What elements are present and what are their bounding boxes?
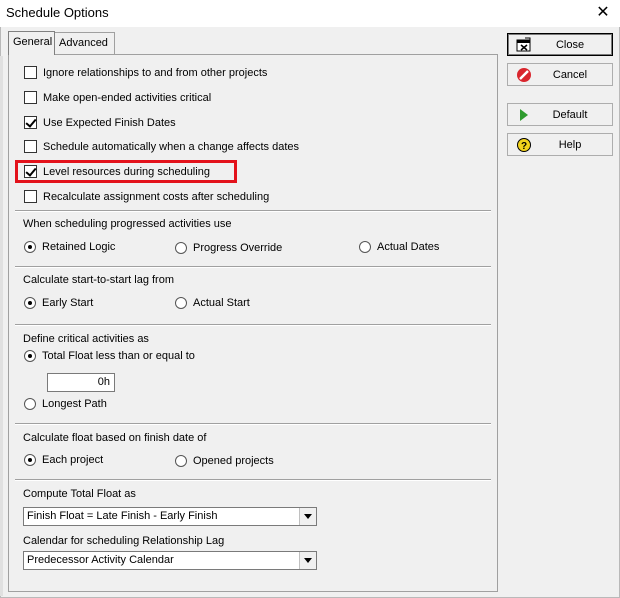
radio-actual-dates[interactable]: Actual Dates: [359, 241, 439, 253]
default-button[interactable]: Default: [507, 103, 613, 126]
checkbox-level-resources[interactable]: Level resources during scheduling: [24, 165, 210, 178]
radio-label: Actual Start: [193, 297, 250, 309]
radio-actual-start[interactable]: Actual Start: [175, 297, 250, 309]
radio-label: Actual Dates: [377, 241, 440, 253]
radio-label: Progress Override: [193, 242, 283, 254]
radio-label: Early Start: [42, 297, 94, 309]
calendar-heading: Calendar for scheduling Relationship Lag: [23, 535, 225, 547]
cancel-button-label: Cancel: [552, 68, 588, 81]
radio-button[interactable]: [359, 241, 371, 253]
lag-heading: Calculate start-to-start lag from: [23, 274, 174, 286]
radio-button[interactable]: [175, 297, 187, 309]
checkbox-recalculate-costs[interactable]: Recalculate assignment costs after sched…: [24, 190, 269, 203]
checkbox-label: Recalculate assignment costs after sched…: [43, 190, 270, 203]
float-basis-heading: Calculate float based on finish date of: [23, 432, 207, 444]
checkbox-expected-finish[interactable]: Use Expected Finish Dates: [24, 116, 176, 129]
checkbox-label: Ignore relationships to and from other p…: [43, 66, 268, 79]
critical-heading: Define critical activities as: [23, 333, 149, 345]
radio-retained-logic[interactable]: Retained Logic: [24, 241, 115, 253]
radio-label: Longest Path: [42, 398, 107, 410]
radio-total-float[interactable]: Total Float less than or equal to: [24, 350, 195, 362]
radio-early-start[interactable]: Early Start: [24, 297, 93, 309]
radio-label: Each project: [42, 454, 104, 466]
separator: [15, 266, 491, 268]
total-float-heading: Compute Total Float as: [23, 488, 136, 500]
close-button-label: Close: [555, 38, 585, 51]
progressed-heading: When scheduling progressed activities us…: [23, 218, 232, 230]
default-button-label: Default: [552, 108, 588, 121]
close-button[interactable]: Close: [507, 33, 613, 56]
checkbox-box[interactable]: [24, 66, 37, 79]
cancel-button[interactable]: Cancel: [507, 63, 613, 86]
checkbox-open-ended-critical[interactable]: Make open-ended activities critical: [24, 91, 211, 104]
checkbox-box[interactable]: [24, 165, 37, 178]
total-float-select[interactable]: Finish Float = Late Finish - Early Finis…: [23, 507, 317, 526]
separator: [15, 479, 491, 481]
radio-each-project[interactable]: Each project: [24, 454, 103, 466]
tab-general[interactable]: General: [8, 31, 55, 55]
radio-progress-override[interactable]: Progress Override: [175, 242, 282, 254]
title-bar: Schedule Options ✕: [0, 0, 620, 27]
radio-opened-projects[interactable]: Opened projects: [175, 455, 274, 467]
left-edge-strip: [0, 56, 3, 596]
radio-label: Opened projects: [193, 455, 274, 467]
radio-button[interactable]: [24, 398, 36, 410]
tab-advanced[interactable]: Advanced: [55, 32, 115, 54]
checkbox-ignore-relationships[interactable]: Ignore relationships to and from other p…: [24, 66, 267, 79]
radio-button[interactable]: [175, 242, 187, 254]
dropdown-arrow-icon[interactable]: [299, 508, 316, 525]
calendar-select-value: Predecessor Activity Calendar: [27, 554, 174, 566]
separator: [15, 324, 491, 326]
checkbox-box[interactable]: [24, 140, 37, 153]
total-float-select-value: Finish Float = Late Finish - Early Finis…: [27, 510, 218, 522]
dropdown-arrow-icon[interactable]: [299, 552, 316, 569]
calendar-select[interactable]: Predecessor Activity Calendar: [23, 551, 317, 570]
help-button-label: Help: [558, 138, 582, 151]
radio-button[interactable]: [175, 455, 187, 467]
checkbox-box[interactable]: [24, 91, 37, 104]
radio-button[interactable]: [24, 241, 36, 253]
radio-button[interactable]: [24, 350, 36, 362]
radio-label: Retained Logic: [42, 241, 116, 253]
total-float-input[interactable]: 0h: [47, 373, 115, 392]
radio-button[interactable]: [24, 454, 36, 466]
checkbox-schedule-automatically[interactable]: Schedule automatically when a change aff…: [24, 140, 299, 153]
tab-advanced-label: Advanced: [59, 37, 108, 49]
checkbox-label: Level resources during scheduling: [43, 165, 210, 178]
general-panel: Ignore relationships to and from other p…: [8, 54, 498, 592]
separator: [15, 210, 491, 212]
separator: [15, 423, 491, 425]
checkbox-label: Schedule automatically when a change aff…: [43, 140, 300, 153]
checkbox-label: Make open-ended activities critical: [43, 91, 212, 104]
radio-button[interactable]: [24, 297, 36, 309]
checkbox-box[interactable]: [24, 190, 37, 203]
close-window-icon[interactable]: ✕: [592, 3, 614, 23]
radio-longest-path[interactable]: Longest Path: [24, 398, 107, 410]
checkbox-box[interactable]: [24, 116, 37, 129]
help-button[interactable]: ? Help: [507, 133, 613, 156]
radio-label: Total Float less than or equal to: [42, 350, 195, 362]
window-title: Schedule Options: [6, 5, 109, 20]
checkbox-label: Use Expected Finish Dates: [43, 116, 176, 129]
tab-general-label: General: [13, 36, 53, 48]
